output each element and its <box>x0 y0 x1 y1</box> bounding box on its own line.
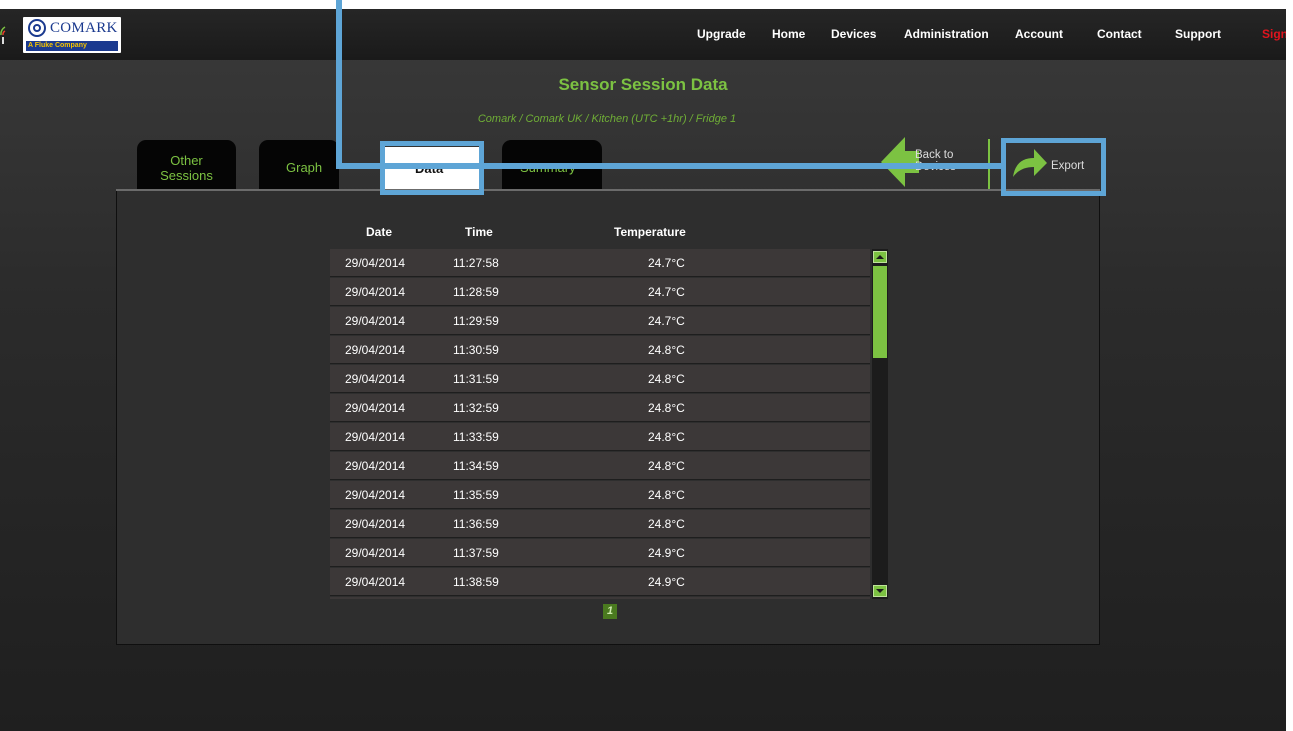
top-nav-bar: COMARK A Fluke Company Upgrade Home Devi… <box>0 9 1286 60</box>
logo-text: COMARK <box>50 20 118 36</box>
cell-time: 11:32:59 <box>453 401 499 415</box>
highlight-connector-vertical <box>336 0 342 169</box>
app-screen: COMARK A Fluke Company Upgrade Home Devi… <box>0 9 1286 731</box>
table-row: 29/04/2014 11:35:59 24.8°C <box>330 481 870 509</box>
cell-time: 11:34:59 <box>453 459 499 473</box>
cell-date: 29/04/2014 <box>345 285 406 299</box>
cell-temperature: 24.8°C <box>648 430 685 444</box>
table-row: 29/04/2014 11:36:59 24.8°C <box>330 510 870 538</box>
table-row: 29/04/2014 11:38:59 24.9°C <box>330 568 870 596</box>
cell-temperature: 24.8°C <box>648 401 685 415</box>
table-row: 29/04/2014 11:34:59 24.8°C <box>330 452 870 480</box>
cell-time: 11:31:59 <box>453 372 499 386</box>
table-row: 29/04/2014 11:37:59 24.9°C <box>330 539 870 567</box>
pagination-page-1[interactable]: 1 <box>603 604 617 619</box>
cell-time: 11:33:59 <box>453 430 499 444</box>
back-arrow-icon <box>881 137 919 187</box>
col-header-temperature: Temperature <box>614 225 686 239</box>
data-table[interactable]: 29/04/2014 11:27:58 24.7°C 29/04/2014 11… <box>330 249 870 599</box>
nav-upgrade[interactable]: Upgrade <box>697 27 746 41</box>
highlight-box-export <box>1001 138 1106 196</box>
table-scrollbar[interactable] <box>872 249 888 599</box>
table-row: 29/04/2014 11:30:59 24.8°C <box>330 336 870 364</box>
logo-swirl-icon <box>28 19 46 37</box>
cell-date: 29/04/2014 <box>345 314 406 328</box>
cell-temperature: 24.9°C <box>648 546 685 560</box>
scroll-up-button[interactable] <box>873 251 887 263</box>
tab-other-sessions[interactable]: Other Sessions <box>137 140 236 190</box>
back-to-devices-button[interactable]: Back to Devices <box>881 137 961 187</box>
cell-temperature: 24.8°C <box>648 343 685 357</box>
arrow-up-icon <box>876 255 884 259</box>
nav-support[interactable]: Support <box>1175 27 1221 41</box>
table-row: 29/04/2014 11:27:58 24.7°C <box>330 249 870 277</box>
cell-temperature: 24.7°C <box>648 285 685 299</box>
table-row: 29/04/2014 11:31:59 24.8°C <box>330 365 870 393</box>
cell-time: 11:38:59 <box>453 575 499 589</box>
scrollbar-thumb[interactable] <box>873 266 887 358</box>
table-row <box>330 597 870 599</box>
nav-account[interactable]: Account <box>1015 27 1063 41</box>
cell-time: 11:29:59 <box>453 314 499 328</box>
cell-time: 11:37:59 <box>453 546 499 560</box>
cell-temperature: 24.8°C <box>648 488 685 502</box>
highlight-box-data-tab <box>380 141 484 195</box>
table-row: 29/04/2014 11:32:59 24.8°C <box>330 394 870 422</box>
scroll-down-button[interactable] <box>873 585 887 597</box>
col-header-time: Time <box>465 225 493 239</box>
cell-date: 29/04/2014 <box>345 430 406 444</box>
logo-subtitle: A Fluke Company <box>26 41 118 51</box>
arrow-down-icon <box>876 589 884 593</box>
table-row: 29/04/2014 11:28:59 24.7°C <box>330 278 870 306</box>
cell-date: 29/04/2014 <box>345 372 406 386</box>
nav-contact[interactable]: Contact <box>1097 27 1142 41</box>
table-row: 29/04/2014 11:29:59 24.7°C <box>330 307 870 335</box>
cell-date: 29/04/2014 <box>345 256 406 270</box>
tab-graph-label: Graph <box>286 160 323 175</box>
cell-temperature: 24.8°C <box>648 517 685 531</box>
cell-time: 11:27:58 <box>453 256 499 270</box>
cell-temperature: 24.7°C <box>648 314 685 328</box>
cell-date: 29/04/2014 <box>345 343 406 357</box>
nav-home[interactable]: Home <box>772 27 805 41</box>
tab-graph[interactable]: Graph <box>259 140 339 190</box>
cell-date: 29/04/2014 <box>345 546 406 560</box>
nav-administration[interactable]: Administration <box>904 27 989 41</box>
cell-date: 29/04/2014 <box>345 575 406 589</box>
page-title: Sensor Session Data <box>558 75 728 94</box>
comark-logo[interactable]: COMARK A Fluke Company <box>23 17 121 53</box>
cell-temperature: 24.9°C <box>648 575 685 589</box>
cell-date: 29/04/2014 <box>345 488 406 502</box>
cell-time: 11:35:59 <box>453 488 499 502</box>
tab-other-line2: Sessions <box>160 168 213 183</box>
back-label-line1: Back to <box>915 149 954 161</box>
cell-time: 11:30:59 <box>453 343 499 357</box>
side-arc-icon <box>0 26 6 44</box>
cell-time: 11:36:59 <box>453 517 499 531</box>
cell-temperature: 24.8°C <box>648 372 685 386</box>
cell-date: 29/04/2014 <box>345 401 406 415</box>
panel-top-line <box>116 189 1100 191</box>
breadcrumb: Comark / Comark UK / Kitchen (UTC +1hr) … <box>477 113 737 125</box>
cell-date: 29/04/2014 <box>345 459 406 473</box>
cell-temperature: 24.7°C <box>648 256 685 270</box>
nav-devices[interactable]: Devices <box>831 27 876 41</box>
nav-signout[interactable]: Sign <box>1262 27 1286 41</box>
tab-other-line1: Other <box>170 153 203 168</box>
cell-date: 29/04/2014 <box>345 517 406 531</box>
cell-time: 11:28:59 <box>453 285 499 299</box>
col-header-date: Date <box>366 225 393 239</box>
cell-temperature: 24.8°C <box>648 459 685 473</box>
table-row: 29/04/2014 11:33:59 24.8°C <box>330 423 870 451</box>
